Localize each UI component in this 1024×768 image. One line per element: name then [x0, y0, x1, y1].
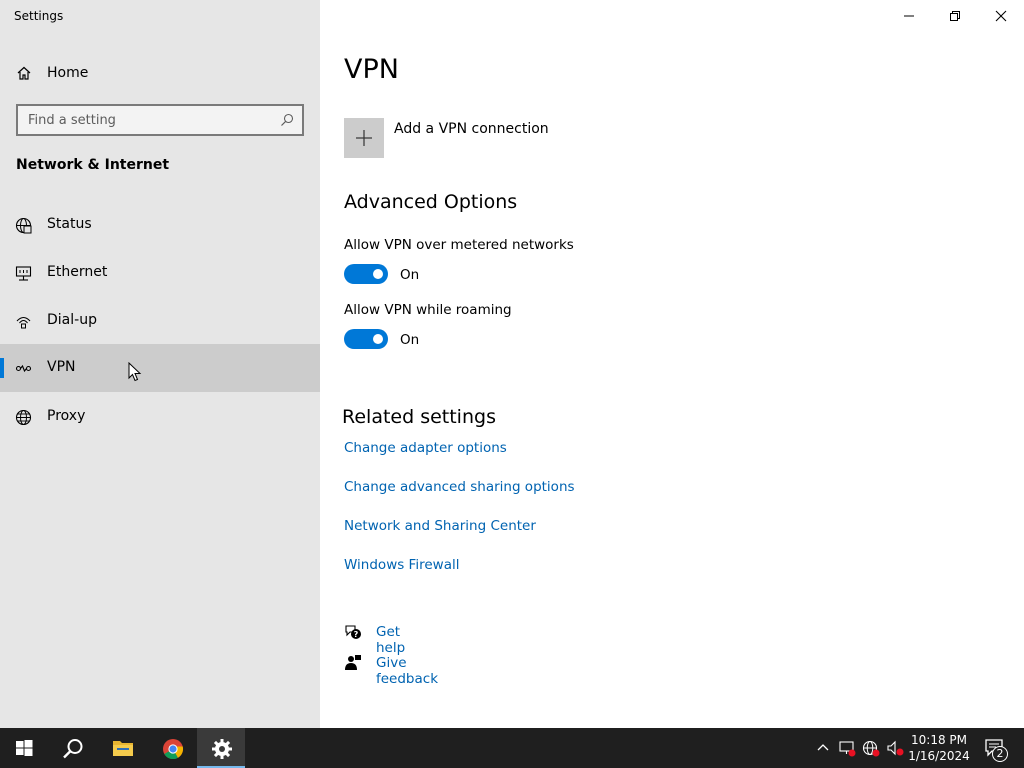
settings-taskbar-button[interactable]: [197, 728, 245, 768]
change-adapter-options-link[interactable]: Change adapter options: [344, 440, 507, 456]
advanced-options-heading: Advanced Options: [344, 191, 518, 213]
home-icon: [17, 66, 31, 80]
restore-icon: [950, 11, 960, 21]
sidebar-item-status[interactable]: Status: [0, 201, 320, 249]
sidebar-item-ethernet[interactable]: Ethernet: [0, 249, 320, 297]
change-advanced-sharing-link[interactable]: Change advanced sharing options: [344, 479, 575, 495]
section-title: Network & Internet: [16, 157, 170, 173]
get-help-link[interactable]: Get help: [376, 624, 405, 656]
give-feedback-link[interactable]: Give feedback: [376, 655, 438, 687]
home-label: Home: [47, 65, 89, 81]
close-icon: [995, 10, 1007, 22]
dialup-icon: [16, 316, 31, 329]
search-input[interactable]: [18, 106, 278, 134]
clock-time: 10:18 PM: [911, 733, 967, 747]
notification-count-badge: 2: [992, 746, 1008, 762]
sidebar-item-label: Dial-up: [47, 312, 97, 328]
sidebar-item-dialup[interactable]: Dial-up: [0, 297, 320, 345]
metered-networks-toggle[interactable]: [344, 264, 388, 284]
ethernet-icon: [15, 266, 32, 281]
related-settings-heading: Related settings: [342, 406, 496, 428]
chrome-button[interactable]: [148, 728, 196, 768]
add-vpn-label: Add a VPN connection: [394, 121, 549, 137]
taskbar: 10:18 PM 1/16/2024 2: [0, 728, 1024, 768]
minimize-icon: [904, 15, 914, 17]
add-vpn-connection-button[interactable]: Add a VPN connection: [344, 118, 564, 160]
network-sharing-center-link[interactable]: Network and Sharing Center: [344, 518, 536, 534]
close-button[interactable]: [978, 0, 1024, 32]
start-button[interactable]: [0, 728, 48, 768]
feedback-person-icon: [345, 655, 361, 670]
search-icon: [63, 739, 83, 759]
mouse-cursor-icon: [128, 362, 142, 382]
metered-networks-label: Allow VPN over metered networks: [344, 237, 574, 253]
globe-network-icon[interactable]: [862, 739, 880, 757]
minimize-button[interactable]: [886, 0, 932, 32]
restore-button[interactable]: [932, 0, 978, 32]
sidebar-item-label: VPN: [47, 359, 76, 375]
action-center-button[interactable]: 2: [980, 728, 1020, 768]
sidebar-item-proxy[interactable]: Proxy: [0, 393, 320, 441]
sidebar-item-label: Ethernet: [47, 264, 108, 280]
roaming-toggle[interactable]: [344, 329, 388, 349]
search-box[interactable]: [16, 104, 304, 136]
app-title: Settings: [14, 9, 64, 23]
plus-icon: [356, 130, 372, 146]
help-chat-icon: ?: [345, 625, 361, 639]
roaming-label: Allow VPN while roaming: [344, 302, 512, 318]
search-icon[interactable]: [280, 113, 294, 127]
windows-logo-icon: [16, 740, 33, 756]
gear-icon: [212, 739, 232, 759]
toggle-knob: [373, 334, 383, 344]
taskbar-clock[interactable]: 10:18 PM 1/16/2024: [900, 732, 978, 764]
sidebar: Settings Home Network & Internet Status: [0, 0, 320, 728]
chevron-up-icon[interactable]: [814, 739, 832, 757]
clock-date: 1/16/2024: [908, 749, 970, 763]
sidebar-item-label: Status: [47, 216, 92, 232]
sidebar-item-vpn[interactable]: VPN: [0, 344, 320, 392]
network-alert-icon[interactable]: [838, 739, 856, 757]
metered-toggle-state: On: [400, 267, 420, 283]
add-tile[interactable]: [344, 118, 384, 158]
home-button[interactable]: Home: [0, 56, 320, 90]
roaming-toggle-state: On: [400, 332, 420, 348]
windows-firewall-link[interactable]: Windows Firewall: [344, 557, 459, 573]
file-explorer-button[interactable]: [98, 728, 146, 768]
sidebar-item-label: Proxy: [47, 408, 86, 424]
vpn-icon: [15, 364, 32, 373]
search-taskbar-button[interactable]: [48, 728, 96, 768]
globe-icon: [15, 409, 32, 426]
svg-text:?: ?: [354, 630, 359, 639]
page-title: VPN: [344, 54, 399, 85]
globe-status-icon: [15, 217, 32, 234]
chrome-icon: [163, 739, 184, 760]
toggle-knob: [373, 269, 383, 279]
folder-icon: [113, 741, 133, 756]
